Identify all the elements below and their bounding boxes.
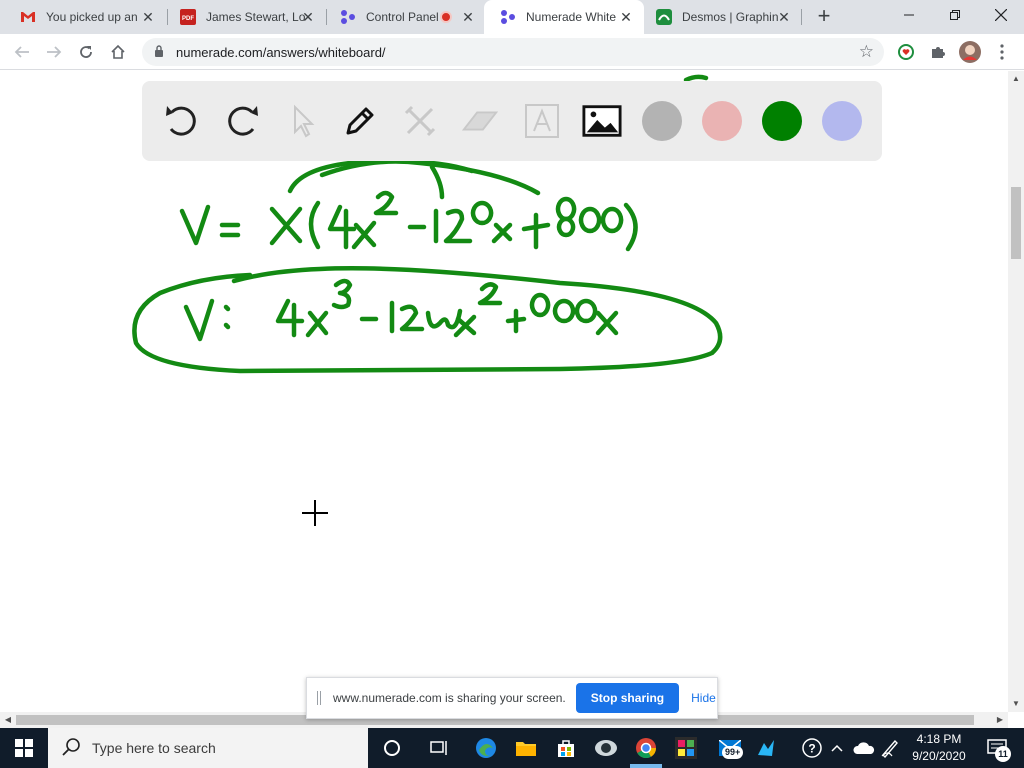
pointer-icon[interactable] (282, 101, 322, 141)
color-swatch-gray[interactable] (642, 101, 682, 141)
desmos-icon (656, 9, 672, 25)
chevron-up-icon[interactable] (828, 736, 846, 760)
drag-handle[interactable] (317, 691, 321, 705)
vertical-scrollbar[interactable]: ▲ ▼ (1008, 71, 1024, 712)
eraser-icon[interactable] (460, 101, 500, 141)
clock-time: 4:18 PM (916, 732, 962, 746)
text-icon[interactable] (522, 101, 562, 141)
reload-button[interactable] (74, 40, 98, 64)
home-button[interactable] (106, 40, 130, 64)
numerade-icon (500, 9, 516, 25)
browser-toolbar: numerade.com/answers/whiteboard/ ☆ (0, 34, 1024, 70)
close-icon[interactable]: ✕ (140, 9, 156, 25)
pen-workspace-icon[interactable] (878, 736, 902, 760)
close-icon[interactable]: ✕ (618, 9, 634, 25)
close-icon[interactable]: ✕ (460, 9, 476, 25)
pdf-icon: PDF (180, 9, 196, 25)
screen-recorder-icon[interactable] (594, 736, 618, 760)
search-placeholder: Type here to search (92, 740, 216, 756)
scroll-right-arrow-icon[interactable]: ▶ (992, 712, 1008, 728)
whiteboard-canvas[interactable] (0, 71, 1008, 712)
redo-icon[interactable] (222, 101, 262, 141)
cortana-icon[interactable] (380, 736, 404, 760)
menu-kebab-icon[interactable] (990, 40, 1014, 64)
color-swatch-green[interactable] (762, 101, 802, 141)
tab-pdf[interactable]: PDF James Stewart, Lo ✕ (164, 0, 326, 34)
close-icon[interactable]: ✕ (300, 9, 316, 25)
color-swatch-lavender[interactable] (822, 101, 862, 141)
tab-desmos[interactable]: Desmos | Graphin ✕ (640, 0, 802, 34)
tab-title: Control Panel (366, 10, 439, 24)
tab-control-panel[interactable]: Control Panel ✕ (324, 0, 486, 34)
clock-date: 9/20/2020 (912, 749, 966, 763)
pen-icon[interactable] (340, 101, 380, 141)
store-icon[interactable] (554, 736, 578, 760)
undo-icon[interactable] (162, 101, 202, 141)
screen-sharing-bar: www.numerade.com is sharing your screen.… (306, 677, 718, 719)
svg-text:?: ? (808, 742, 815, 756)
tab-separator (801, 9, 802, 25)
stop-sharing-button[interactable]: Stop sharing (575, 683, 680, 713)
tab-title: James Stewart, Lo (206, 10, 306, 24)
tab-strip: You picked up an ✕ PDF James Stewart, Lo… (0, 0, 1024, 34)
gmail-icon (20, 9, 36, 25)
extension-icon[interactable] (894, 40, 918, 64)
handwriting-drawing (132, 74, 723, 374)
bird-app-icon[interactable] (754, 736, 778, 760)
image-icon[interactable] (582, 101, 622, 141)
scroll-up-arrow-icon[interactable]: ▲ (1008, 71, 1024, 87)
chrome-icon[interactable] (634, 736, 658, 760)
close-icon[interactable]: ✕ (776, 9, 792, 25)
notification-count: 11 (995, 746, 1011, 762)
file-explorer-icon[interactable] (514, 736, 538, 760)
help-icon[interactable]: ? (800, 736, 824, 760)
windows-start-icon[interactable] (12, 736, 36, 760)
minimize-button[interactable] (886, 0, 932, 30)
color-swatch-pink[interactable] (702, 101, 742, 141)
forward-button[interactable] (42, 40, 66, 64)
mail-badge: 99+ (722, 746, 744, 759)
active-app-indicator (630, 764, 662, 768)
tab-title: Numerade White (526, 10, 617, 24)
scroll-down-arrow-icon[interactable]: ▼ (1008, 696, 1024, 712)
system-clock[interactable]: 4:18 PM 9/20/2020 (904, 731, 974, 765)
whiteboard-toolbar (142, 81, 882, 161)
url-text: numerade.com/answers/whiteboard/ (176, 44, 386, 60)
sharing-message: www.numerade.com is sharing your screen. (333, 691, 566, 705)
search-icon (62, 737, 80, 759)
mail-icon[interactable]: 99+ (714, 736, 746, 760)
close-window-button[interactable] (978, 0, 1024, 30)
extensions-puzzle-icon[interactable] (926, 40, 950, 64)
task-view-icon[interactable] (428, 736, 452, 760)
tab-numerade-whiteboard[interactable]: Numerade White ✕ (484, 0, 644, 34)
onedrive-icon[interactable] (852, 736, 876, 760)
svg-text:PDF: PDF (182, 16, 194, 22)
lock-icon (154, 44, 164, 60)
scroll-left-arrow-icon[interactable]: ◀ (0, 712, 16, 728)
bookmark-star-icon[interactable]: ☆ (859, 43, 874, 60)
windows-taskbar: Type here to search 99+ ? 4:18 PM 9/20/2… (0, 728, 1024, 768)
tab-title: You picked up an (46, 10, 138, 24)
back-button[interactable] (10, 40, 34, 64)
app-icon[interactable] (674, 736, 698, 760)
tab-gmail[interactable]: You picked up an ✕ (4, 0, 166, 34)
tools-icon[interactable] (400, 101, 440, 141)
scrollbar-thumb[interactable] (1011, 187, 1021, 259)
hide-button[interactable]: Hide (691, 691, 716, 705)
taskbar-search-box[interactable]: Type here to search (48, 728, 368, 768)
new-tab-button[interactable]: + (812, 5, 836, 29)
recording-icon (440, 11, 452, 23)
edge-icon[interactable] (474, 736, 498, 760)
numerade-icon (340, 9, 356, 25)
profile-avatar[interactable] (958, 40, 982, 64)
crosshair-cursor-icon (302, 500, 328, 526)
tab-title: Desmos | Graphin (682, 10, 779, 24)
address-bar[interactable]: numerade.com/answers/whiteboard/ ☆ (142, 38, 884, 66)
notifications-icon[interactable]: 11 (984, 736, 1011, 762)
restore-button[interactable] (932, 0, 978, 30)
